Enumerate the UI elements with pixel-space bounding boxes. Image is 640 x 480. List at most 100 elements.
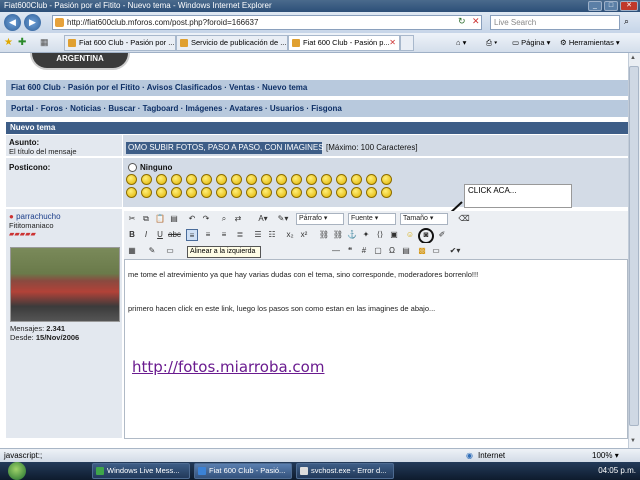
underline-icon[interactable]: U xyxy=(154,229,166,241)
number-list-icon[interactable]: ☷ xyxy=(266,229,278,241)
align-right-icon[interactable]: ≡ xyxy=(218,229,230,241)
subscript-icon[interactable]: x₂ xyxy=(284,229,296,241)
smiley-icon[interactable] xyxy=(321,187,332,198)
search-input[interactable]: Live Search xyxy=(490,15,620,30)
find-icon[interactable]: ⌕ xyxy=(218,213,230,225)
superscript-icon[interactable]: x² xyxy=(298,229,310,241)
smiley-icon[interactable] xyxy=(126,187,137,198)
smiley-icon[interactable] xyxy=(306,174,317,185)
frame-icon[interactable]: ▢ xyxy=(372,245,384,257)
cleanup-icon[interactable]: ✦ xyxy=(360,229,372,241)
brush-icon[interactable]: ✐ xyxy=(436,229,448,241)
back-button[interactable]: ◀ xyxy=(4,14,21,31)
site-nav[interactable]: Portal · Foros · Noticias · Buscar · Tag… xyxy=(6,100,628,117)
forum-breadcrumb[interactable]: Fiat 600 Club · Pasión por el Fitito · A… xyxy=(6,80,628,96)
smiley-icon[interactable] xyxy=(216,187,227,198)
smiley-icon[interactable] xyxy=(171,174,182,185)
tab-fiat-active[interactable]: Fiat 600 Club - Pasión p... ✕ xyxy=(288,35,400,51)
smiley-icon[interactable] xyxy=(366,174,377,185)
font-select[interactable]: Fuente ▾ xyxy=(348,213,396,225)
taskbar-item-messenger[interactable]: Windows Live Mess... xyxy=(92,463,190,479)
message-editor[interactable] xyxy=(124,259,628,439)
preview-icon[interactable]: ▭ xyxy=(430,245,442,257)
smiley-icon[interactable] xyxy=(186,174,197,185)
paste-text-icon[interactable]: ▤ xyxy=(168,213,180,225)
page-menu[interactable]: ▭ Página ▾ xyxy=(512,36,550,50)
redo-icon[interactable]: ↷ xyxy=(200,213,212,225)
posticon-none-radio[interactable] xyxy=(128,163,137,172)
smiley-icon[interactable] xyxy=(276,187,287,198)
site-nav-text[interactable]: Portal · Foros · Noticias · Buscar · Tag… xyxy=(11,104,342,113)
home-icon[interactable]: ⌂ ▾ xyxy=(456,36,466,50)
smiley-icon[interactable] xyxy=(351,174,362,185)
italic-icon[interactable]: I xyxy=(140,229,152,241)
smiley-icon[interactable] xyxy=(336,174,347,185)
undo-icon[interactable]: ↶ xyxy=(186,213,198,225)
taskbar-item-browser[interactable]: Fiat 600 Club - Pasió... xyxy=(194,463,292,479)
scroll-down-icon[interactable]: ▼ xyxy=(630,438,636,444)
smiley-icon[interactable] xyxy=(291,174,302,185)
layer-icon[interactable]: ▤ xyxy=(400,245,412,257)
align-center-icon[interactable]: ≡ xyxy=(202,229,214,241)
link-icon[interactable]: ⛓ xyxy=(318,229,330,241)
bullet-list-icon[interactable]: ☰ xyxy=(252,229,264,241)
media-icon[interactable]: ▩ xyxy=(416,245,428,257)
align-left-icon[interactable]: ≡ xyxy=(186,229,198,241)
smiley-icon[interactable] xyxy=(231,187,242,198)
text-color-icon[interactable]: A▾ xyxy=(254,213,272,225)
paste-icon[interactable]: 📋 xyxy=(154,213,166,225)
smiley-icon[interactable] xyxy=(231,174,242,185)
editor-link[interactable]: http://fotos.miarroba.com xyxy=(132,358,324,376)
edit-icon[interactable]: ✎ xyxy=(146,245,158,257)
username-text[interactable]: parrachucho xyxy=(16,212,60,221)
clear-format-icon[interactable]: ⌫ xyxy=(458,213,470,225)
smiley-icon[interactable] xyxy=(261,174,272,185)
add-favorites-icon[interactable]: ✚ xyxy=(18,37,26,48)
smiley-icon[interactable] xyxy=(276,174,287,185)
stop-icon[interactable]: ✕ xyxy=(472,16,480,27)
replace-icon[interactable]: ⇄ xyxy=(232,213,244,225)
smiley-icon[interactable] xyxy=(381,174,392,185)
quick-tabs-icon[interactable]: ▦ xyxy=(40,37,49,48)
favorites-star-icon[interactable]: ★ xyxy=(4,37,13,48)
unlink-icon[interactable]: ⛓ xyxy=(332,229,344,241)
tab-servicio[interactable]: Servicio de publicación de ... xyxy=(176,35,288,51)
tab-fiat-1[interactable]: Fiat 600 Club - Pasión por ... xyxy=(64,35,176,51)
justify-icon[interactable]: ≣ xyxy=(234,229,246,241)
maximize-button[interactable]: □ xyxy=(604,1,618,11)
forward-button[interactable]: ▶ xyxy=(24,14,41,31)
smiley-icon[interactable] xyxy=(126,174,137,185)
smiley-icon[interactable] xyxy=(261,187,272,198)
image-icon[interactable]: ▣ xyxy=(388,229,400,241)
anchor-icon[interactable]: ⚓ xyxy=(346,229,358,241)
tab-close-icon[interactable]: ✕ xyxy=(389,36,396,50)
smiley-icon[interactable] xyxy=(201,174,212,185)
print-icon[interactable]: ⎙ ▾ xyxy=(486,36,497,50)
hash-icon[interactable]: # xyxy=(358,245,370,257)
breadcrumb-text[interactable]: Fiat 600 Club · Pasión por el Fitito · A… xyxy=(11,83,307,92)
cut-icon[interactable]: ✂ xyxy=(126,213,138,225)
smiley-icon[interactable] xyxy=(291,187,302,198)
scroll-up-icon[interactable]: ▲ xyxy=(630,55,636,61)
new-tab-button[interactable] xyxy=(400,35,414,51)
minimize-button[interactable]: _ xyxy=(588,1,602,11)
smiley-icon[interactable] xyxy=(156,174,167,185)
highlight-color-icon[interactable]: ✎▾ xyxy=(274,213,292,225)
paragraph-select[interactable]: Párrafo ▾ xyxy=(296,213,344,225)
smiley-icon[interactable] xyxy=(141,174,152,185)
html-icon[interactable]: ⟨⟩ xyxy=(374,229,386,241)
strikethrough-icon[interactable]: abc xyxy=(168,229,181,241)
hr-icon[interactable]: — xyxy=(330,245,342,257)
smiley-icon[interactable] xyxy=(366,187,377,198)
username[interactable]: ● parrachucho xyxy=(9,212,119,221)
subject-input[interactable]: OMO SUBIR FOTOS, PASO A PASO, CON IMAGIN… xyxy=(126,142,324,154)
address-input[interactable]: http://fiat600club.mforos.com/post.php?f… xyxy=(52,15,482,30)
size-select[interactable]: Tamaño ▾ xyxy=(400,213,448,225)
smiley-icon[interactable] xyxy=(216,174,227,185)
tools-menu[interactable]: ⚙ Herramientas ▾ xyxy=(560,36,620,50)
block-icon[interactable]: ▭ xyxy=(164,245,176,257)
search-icon[interactable]: ⌕ xyxy=(624,16,629,27)
smiley-icon[interactable] xyxy=(246,174,257,185)
start-button[interactable] xyxy=(8,462,26,480)
zoom-level[interactable]: 100% ▾ xyxy=(592,449,619,462)
